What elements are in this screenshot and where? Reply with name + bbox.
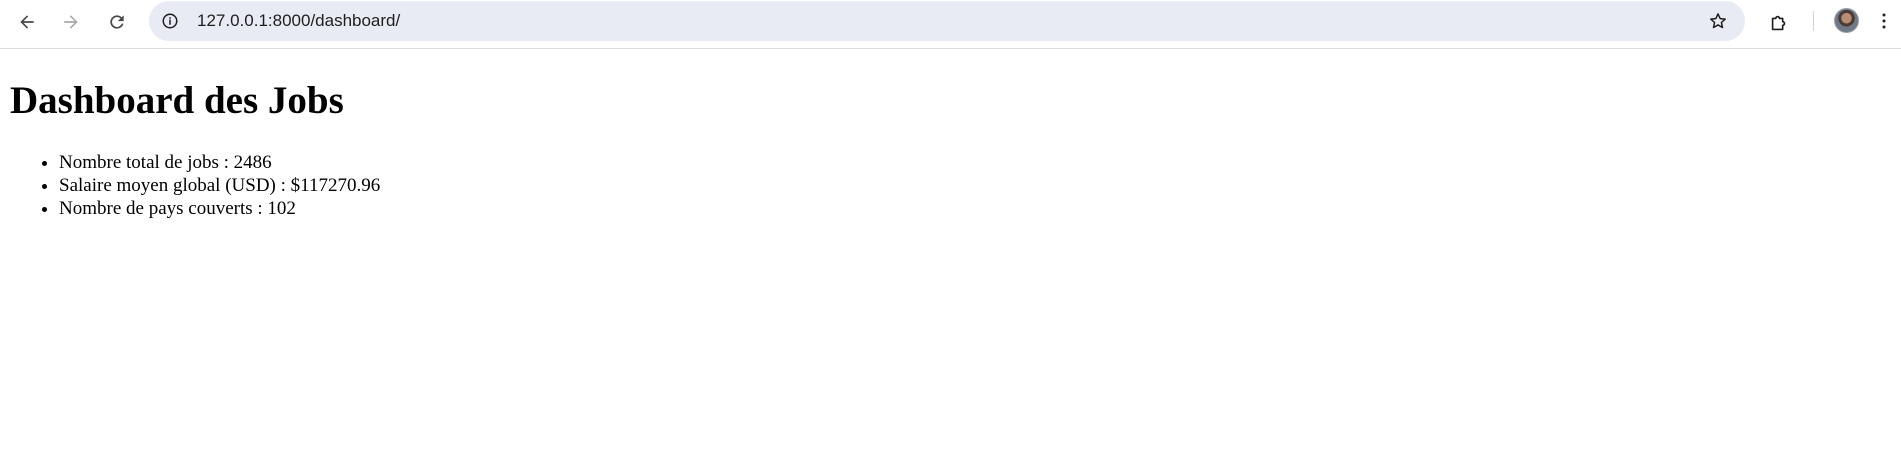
bookmark-button[interactable]: [1707, 10, 1729, 32]
toolbar-divider: [1813, 11, 1814, 31]
reload-icon: [110, 15, 124, 29]
reload-button[interactable]: [101, 6, 133, 38]
url-text[interactable]: 127.0.0.1:8000/dashboard/: [197, 11, 400, 31]
browser-toolbar: 127.0.0.1:8000/dashboard/: [0, 0, 1901, 49]
profile-avatar[interactable]: [1834, 8, 1859, 33]
info-icon: [162, 13, 178, 29]
kebab-menu-icon: [1882, 13, 1886, 29]
stats-list: Nombre total de jobs : 2486 Salaire moye…: [0, 151, 380, 220]
back-button[interactable]: [11, 6, 43, 38]
browser-menu-button[interactable]: [1876, 8, 1892, 34]
site-info-button[interactable]: [160, 11, 180, 31]
stat-total-jobs: Nombre total de jobs : 2486: [59, 151, 380, 174]
address-bar[interactable]: 127.0.0.1:8000/dashboard/: [149, 1, 1745, 41]
stat-average-salary: Salaire moyen global (USD) : $117270.96: [59, 174, 380, 197]
stat-countries-covered: Nombre de pays couverts : 102: [59, 197, 380, 220]
star-icon: [1710, 13, 1726, 29]
page-content: Dashboard des Jobs Nombre total de jobs …: [0, 49, 1901, 451]
forward-arrow-icon: [64, 15, 78, 29]
back-arrow-icon: [20, 15, 34, 29]
forward-button[interactable]: [55, 6, 87, 38]
page-title: Dashboard des Jobs: [10, 79, 344, 122]
extensions-button[interactable]: [1763, 7, 1795, 39]
puzzle-icon: [1771, 15, 1786, 31]
